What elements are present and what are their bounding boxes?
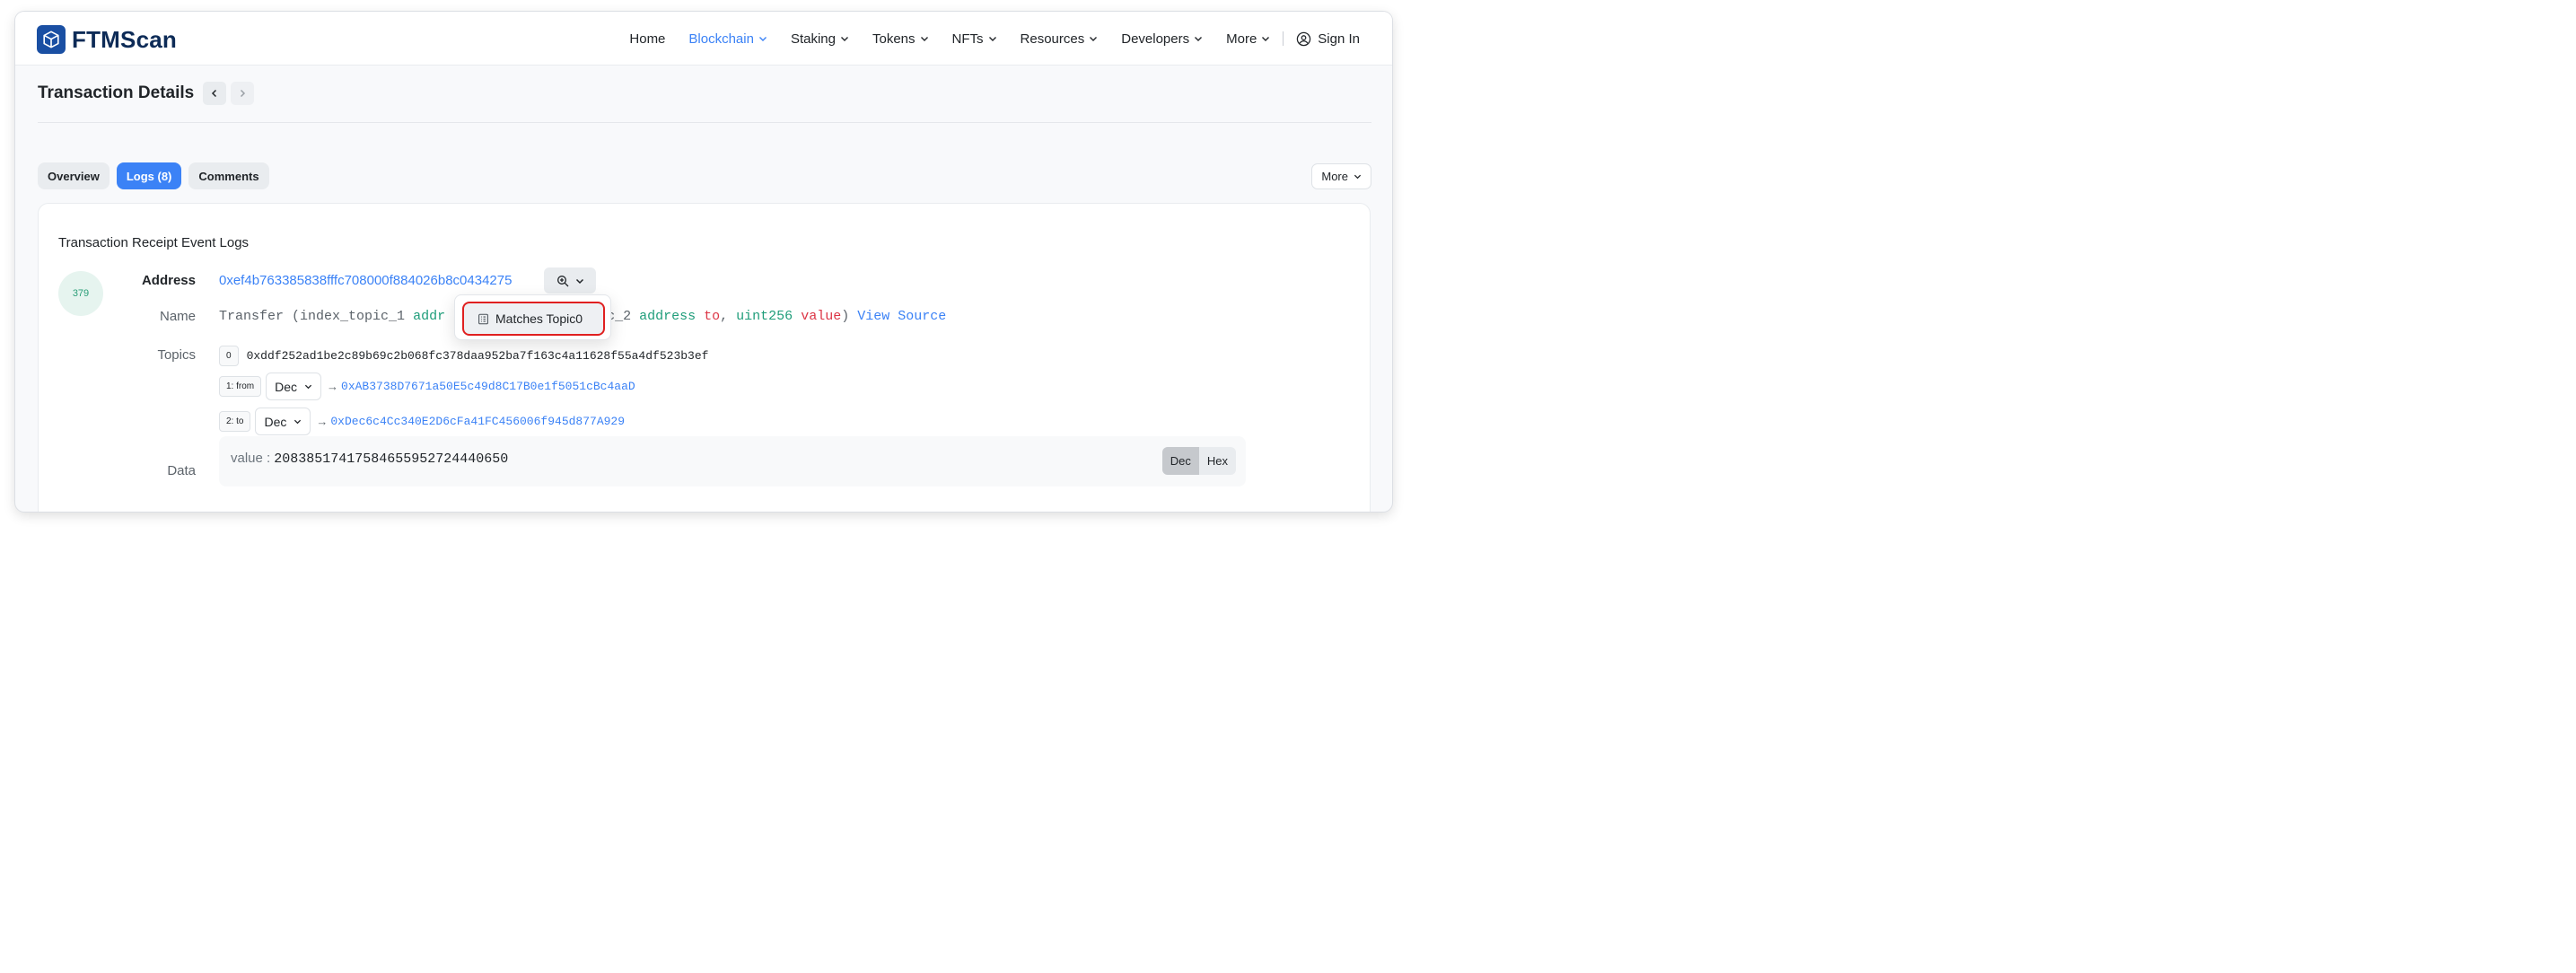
brand-logo[interactable]: FTMScan bbox=[37, 25, 177, 54]
topic-hash: 0xddf252ad1be2c89b69c2b068fc378daa952ba7… bbox=[246, 349, 709, 363]
view-source-link[interactable]: View Source bbox=[857, 309, 946, 324]
param-comma: , bbox=[720, 309, 737, 324]
nav-resources[interactable]: Resources bbox=[1021, 31, 1099, 47]
previous-button[interactable] bbox=[203, 82, 227, 105]
chevron-down-icon bbox=[920, 37, 928, 41]
zoom-in-icon bbox=[557, 275, 569, 286]
sign-in-link[interactable]: Sign In bbox=[1296, 31, 1360, 47]
card-title: Transaction Receipt Event Logs bbox=[58, 235, 250, 250]
chevron-down-icon bbox=[988, 37, 996, 41]
next-button[interactable] bbox=[231, 82, 255, 105]
log-index-badge: 379 bbox=[58, 271, 103, 316]
name-label: Name bbox=[159, 309, 196, 324]
param3-type: uint256 bbox=[736, 309, 793, 324]
arrow-right-icon: → bbox=[327, 380, 339, 393]
nav-developers-label: Developers bbox=[1121, 31, 1190, 47]
arrow-right-icon: → bbox=[316, 415, 329, 428]
sign-in-label: Sign In bbox=[1318, 31, 1360, 47]
address-label: Address bbox=[141, 273, 196, 288]
address-dropdown-menu: Matches Topic0 bbox=[454, 294, 611, 340]
nav-more-label: More bbox=[1226, 31, 1257, 47]
nav-blockchain-label: Blockchain bbox=[688, 31, 754, 47]
nav-tokens-label: Tokens bbox=[872, 31, 916, 47]
topic-index-badge: 1: from bbox=[219, 376, 262, 397]
chevron-down-icon bbox=[575, 278, 584, 284]
tab-bar: Overview Logs (8) Comments bbox=[38, 162, 276, 189]
chevron-down-icon bbox=[1090, 37, 1098, 41]
chevron-left-icon bbox=[212, 89, 217, 98]
nav-separator bbox=[1283, 31, 1284, 46]
topic-format-value: Dec bbox=[275, 379, 298, 394]
address-search-dropdown[interactable] bbox=[544, 267, 596, 294]
more-dropdown-button[interactable]: More bbox=[1311, 163, 1371, 189]
brand-name: FTMScan bbox=[72, 25, 177, 53]
chevron-down-icon bbox=[1262, 37, 1270, 41]
data-row: value :20838517417584655952724440650 bbox=[231, 451, 508, 467]
topics-label: Topics bbox=[157, 347, 196, 363]
data-key: value : bbox=[231, 451, 271, 466]
nav-nfts-label: NFTs bbox=[951, 31, 984, 47]
topic-format-value: Dec bbox=[264, 414, 287, 429]
param1-type: addr bbox=[413, 309, 446, 324]
top-navbar: FTMScan Home Blockchain Staking Tokens N… bbox=[15, 12, 1392, 66]
tab-overview[interactable]: Overview bbox=[38, 162, 110, 189]
chevron-down-icon bbox=[758, 37, 767, 41]
param3-name: value bbox=[801, 309, 842, 324]
param1-open: (index_topic_1 bbox=[292, 309, 414, 324]
nav-nfts[interactable]: NFTs bbox=[952, 31, 997, 47]
nav-resources-label: Resources bbox=[1020, 31, 1085, 47]
topic-row-2: 2: to Dec → 0xDec6c4Cc340E2D6cFa41FC4560… bbox=[219, 408, 625, 435]
topic-index-badge: 2: to bbox=[219, 411, 251, 432]
nav-staking-label: Staking bbox=[790, 31, 836, 47]
event-logs-card: Transaction Receipt Event Logs 379 Addre… bbox=[38, 203, 1371, 512]
nav-more[interactable]: More bbox=[1226, 31, 1270, 47]
nav-home-label: Home bbox=[629, 31, 666, 47]
chevron-right-icon bbox=[241, 89, 246, 98]
format-dec-button[interactable]: Dec bbox=[1161, 447, 1199, 475]
params-close: ) bbox=[841, 309, 850, 324]
matches-topic0-label: Matches Topic0 bbox=[495, 311, 583, 326]
data-value: 20838517417584655952724440650 bbox=[274, 451, 509, 467]
matches-topic0-item[interactable]: Matches Topic0 bbox=[462, 302, 605, 336]
topic-format-select[interactable]: Dec bbox=[266, 373, 322, 400]
log-address-link[interactable]: 0xef4b763385838fffc708000f884026b8c04342… bbox=[219, 273, 512, 288]
format-hex-button[interactable]: Hex bbox=[1199, 447, 1236, 475]
chevron-down-icon bbox=[841, 37, 848, 41]
topic-row-1: 1: from Dec → 0xAB3738D7671a50E5c49d8C17… bbox=[219, 373, 635, 400]
topic-from-address-link[interactable]: 0xAB3738D7671a50E5c49d8C17B0e1f5051cBc4a… bbox=[341, 380, 635, 393]
title-divider bbox=[38, 122, 1371, 123]
param2-tail: c_2 bbox=[607, 309, 640, 324]
chevron-down-icon bbox=[294, 419, 302, 425]
topic-index-badge: 0 bbox=[219, 346, 239, 366]
data-label: Data bbox=[167, 463, 196, 478]
param2-type: address bbox=[639, 309, 697, 324]
browser-window: FTMScan Home Blockchain Staking Tokens N… bbox=[15, 12, 1392, 512]
chevron-down-icon bbox=[1195, 37, 1203, 41]
nav-home[interactable]: Home bbox=[629, 31, 665, 47]
page-title: Transaction Details bbox=[38, 83, 195, 102]
topic-row-0: 0 0xddf252ad1be2c89b69c2b068fc378daa952b… bbox=[219, 346, 708, 366]
data-panel: value :20838517417584655952724440650 Dec… bbox=[219, 436, 1246, 486]
chevron-down-icon bbox=[1354, 174, 1362, 180]
more-dropdown-label: More bbox=[1321, 170, 1348, 183]
cube-logo-icon bbox=[37, 25, 66, 54]
nav-staking[interactable]: Staking bbox=[791, 31, 849, 47]
event-fn-name: Transfer bbox=[219, 309, 285, 324]
chevron-down-icon bbox=[304, 384, 312, 390]
topic-format-select[interactable]: Dec bbox=[255, 408, 311, 435]
nav-blockchain[interactable]: Blockchain bbox=[688, 31, 767, 47]
tab-comments[interactable]: Comments bbox=[188, 162, 269, 189]
tab-logs[interactable]: Logs (8) bbox=[116, 162, 182, 189]
user-circle-icon bbox=[1297, 31, 1311, 46]
main-nav: Home Blockchain Staking Tokens NFTs Reso… bbox=[629, 29, 1360, 48]
title-row: Transaction Details bbox=[38, 82, 255, 105]
nav-tokens[interactable]: Tokens bbox=[872, 31, 929, 47]
document-list-icon bbox=[478, 313, 488, 324]
topic-to-address-link[interactable]: 0xDec6c4Cc340E2D6cFa41FC456006f945d877A9… bbox=[330, 415, 625, 428]
param2-name: to bbox=[704, 309, 721, 324]
data-format-toggle: Dec Hex bbox=[1161, 447, 1236, 475]
nav-developers[interactable]: Developers bbox=[1121, 31, 1203, 47]
